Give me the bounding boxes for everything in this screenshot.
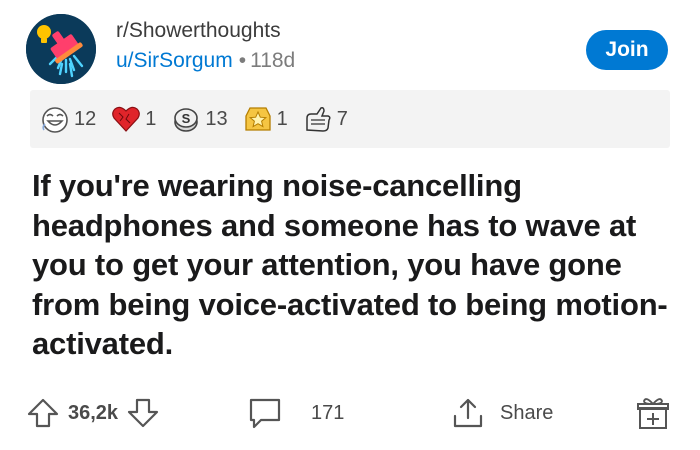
post-meta: r/Showerthoughts u/SirSorgum • 118d	[116, 18, 295, 74]
award-count: 1	[145, 107, 157, 130]
subreddit-avatar-icon[interactable]	[26, 14, 96, 84]
post-actions-bar: 36,2k 171 Share	[0, 385, 700, 441]
downvote-arrow-icon[interactable]	[126, 397, 160, 429]
post-title[interactable]: If you're wearing noise-cancelling headp…	[32, 166, 682, 364]
award-item[interactable]: 1	[243, 104, 288, 134]
award-button[interactable]	[636, 385, 670, 441]
post-age: 118d	[250, 49, 296, 72]
upvote-arrow-icon[interactable]	[26, 397, 60, 429]
subreddit-name-link[interactable]: r/Showerthoughts	[116, 18, 295, 44]
award-item[interactable]: S 13	[171, 104, 228, 134]
award-count: 7	[336, 107, 348, 130]
award-count: 12	[74, 107, 97, 130]
separator-dot: •	[238, 49, 247, 72]
share-label: Share	[500, 401, 554, 424]
svg-text:S: S	[182, 111, 191, 126]
share-button[interactable]: Share	[450, 385, 553, 441]
author-line: u/SirSorgum • 118d	[116, 48, 295, 74]
laughing-face-award-icon	[40, 104, 70, 134]
join-button[interactable]: Join	[586, 30, 668, 70]
award-count: 13	[205, 107, 228, 130]
comments-button[interactable]: 171	[247, 385, 344, 441]
comment-count: 171	[311, 401, 345, 424]
share-icon	[450, 396, 486, 430]
award-count: 1	[276, 107, 288, 130]
award-item[interactable]: 12	[40, 104, 96, 134]
award-item[interactable]: 7	[303, 104, 348, 134]
upvote-count: 36,2k	[68, 401, 119, 424]
heart-award-icon	[111, 104, 141, 134]
award-item[interactable]: 1	[111, 104, 156, 134]
vote-controls: 36,2k	[26, 385, 160, 441]
silver-coin-award-icon: S	[171, 104, 201, 134]
gift-award-icon	[636, 395, 670, 431]
gold-star-award-icon	[243, 104, 273, 134]
post-header: r/Showerthoughts u/SirSorgum • 118d Join	[26, 14, 676, 84]
awards-bar[interactable]: 12 1 S 13 1 7	[30, 90, 670, 148]
author-username-link[interactable]: u/SirSorgum	[116, 49, 233, 72]
comment-bubble-icon	[247, 396, 283, 430]
wholesome-hands-award-icon	[303, 104, 333, 134]
